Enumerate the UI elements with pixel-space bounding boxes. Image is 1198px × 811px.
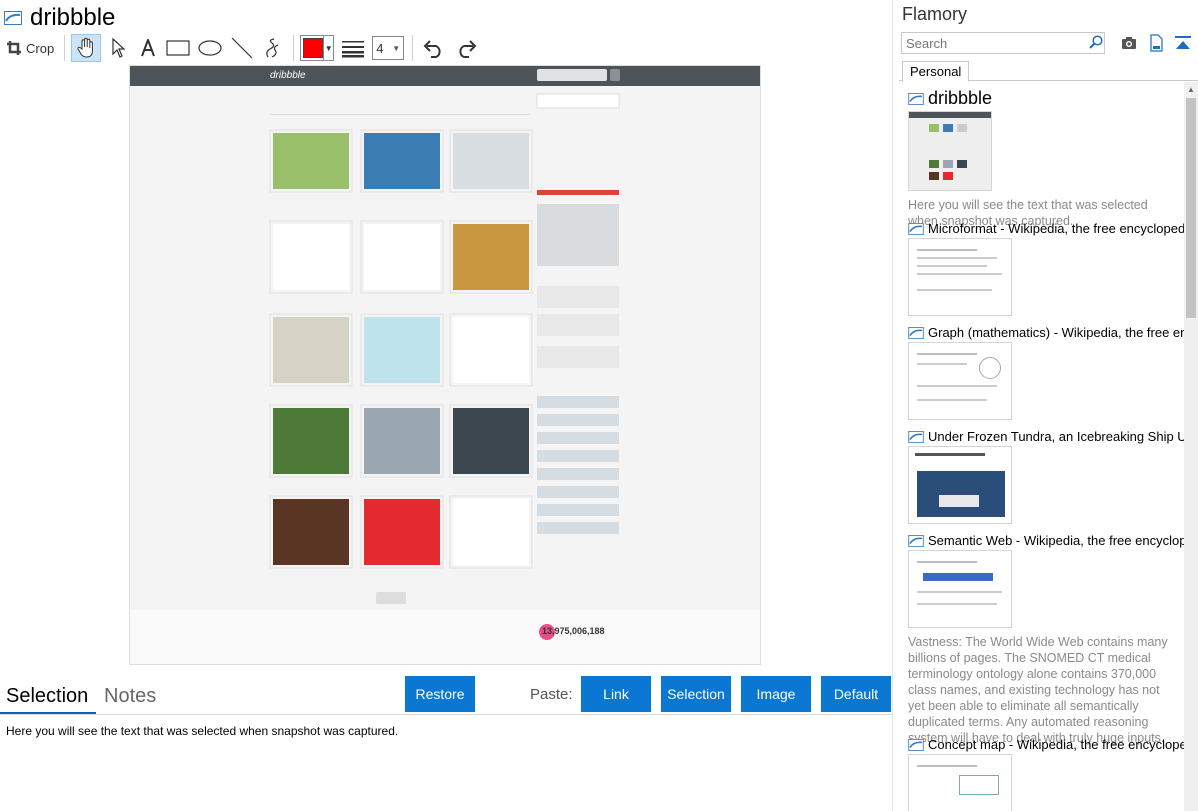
chevron-down-icon: ▼ bbox=[392, 43, 401, 53]
crop-button[interactable]: Crop bbox=[4, 34, 56, 62]
text-tool-button[interactable] bbox=[137, 34, 159, 62]
list-item-header: dribbble bbox=[908, 88, 1184, 109]
select-tool-button[interactable] bbox=[107, 34, 131, 62]
sidebar-tabs: Personal bbox=[899, 61, 1198, 82]
hand-icon bbox=[77, 37, 94, 58]
list-item[interactable]: Microformat - Wikipedia, the free encycl… bbox=[908, 221, 1184, 316]
list-item-thumbnail bbox=[908, 238, 1012, 316]
list-item-thumbnail bbox=[908, 550, 1012, 628]
list-item[interactable]: Concept map - Wikipedia, the free encycl… bbox=[908, 737, 1184, 811]
flamory-app-icon bbox=[908, 534, 924, 547]
selection-text[interactable]: Here you will see the text that was sele… bbox=[6, 724, 398, 738]
list-item-title: Concept map - Wikipedia, the free encycl… bbox=[928, 737, 1184, 752]
sidebar-app-title: Flamory bbox=[902, 4, 968, 24]
details-panel: Selection Notes Restore Paste: Link Sele… bbox=[0, 676, 893, 811]
tab-divider bbox=[0, 714, 893, 715]
rectangle-icon bbox=[166, 40, 190, 56]
snapshot-list: dribbble Here you will see the text that… bbox=[894, 82, 1184, 811]
snapshot-shot-count: 13,975,006,188 bbox=[542, 626, 605, 636]
list-item-thumbnail bbox=[908, 111, 992, 191]
tab-selection[interactable]: Selection bbox=[6, 684, 88, 708]
sidebar-scrollbar[interactable]: ▲ bbox=[1184, 82, 1198, 811]
toolbar-divider bbox=[293, 35, 295, 61]
list-item-header: Semantic Web - Wikipedia, the free encyc… bbox=[908, 533, 1184, 548]
toolbar-divider bbox=[64, 35, 66, 61]
list-item-header: Concept map - Wikipedia, the free encycl… bbox=[908, 737, 1184, 752]
redo-icon bbox=[459, 40, 477, 58]
undo-button[interactable] bbox=[419, 34, 447, 62]
list-item-title: Graph (mathematics) - Wikipedia, the fre… bbox=[928, 325, 1184, 340]
crop-label: Crop bbox=[26, 40, 55, 56]
flamory-app-icon bbox=[908, 430, 924, 443]
freehand-icon bbox=[266, 38, 279, 58]
toolbar-divider bbox=[412, 35, 414, 61]
search-icon[interactable] bbox=[1089, 35, 1103, 49]
hand-tool-button[interactable] bbox=[71, 34, 102, 62]
ellipse-icon bbox=[198, 40, 222, 56]
paste-image-button[interactable]: Image bbox=[741, 676, 811, 712]
line-tool-button[interactable] bbox=[229, 34, 255, 62]
chevron-down-icon: ▼ bbox=[323, 36, 333, 60]
text-icon bbox=[141, 39, 156, 57]
snapshot-image[interactable]: dribbble 13,975,006,188 bbox=[129, 65, 761, 665]
flamory-app-icon bbox=[908, 222, 924, 235]
flamory-app-icon bbox=[908, 92, 924, 105]
list-item[interactable]: Under Frozen Tundra, an Icebreaking Ship… bbox=[908, 429, 1184, 524]
list-item-header: Graph (mathematics) - Wikipedia, the fre… bbox=[908, 325, 1184, 340]
stroke-color-swatch bbox=[303, 38, 324, 58]
title-bar: dribbble bbox=[4, 4, 115, 32]
snapshot-pane: dribbble Crop ▼ 4 ▼ dribbble 13,975,006,… bbox=[0, 0, 893, 811]
arrow-pointer-icon bbox=[112, 38, 126, 58]
scroll-up-icon[interactable]: ▲ bbox=[1184, 82, 1198, 96]
list-item-note: Vastness: The World Wide Web contains ma… bbox=[908, 635, 1168, 745]
redo-button[interactable] bbox=[453, 34, 481, 62]
line-width-icon bbox=[342, 41, 365, 58]
crop-icon bbox=[7, 41, 21, 55]
paste-link-button[interactable]: Link bbox=[581, 676, 651, 712]
list-item[interactable]: dribbble Here you will see the text that… bbox=[908, 88, 1184, 229]
restore-button[interactable]: Restore bbox=[405, 676, 475, 712]
camera-icon[interactable] bbox=[1120, 34, 1138, 52]
snapshot-site-layout bbox=[130, 69, 760, 664]
paste-default-button[interactable]: Default bbox=[821, 676, 891, 712]
line-width-select[interactable]: 4 ▼ bbox=[372, 36, 405, 60]
freehand-tool-button[interactable] bbox=[261, 34, 285, 62]
list-item-thumbnail bbox=[908, 446, 1012, 524]
ellipse-tool-button[interactable] bbox=[197, 34, 223, 62]
tab-notes[interactable]: Notes bbox=[104, 684, 156, 708]
snapshot-title: dribbble bbox=[30, 4, 116, 31]
paste-selection-button[interactable]: Selection bbox=[661, 676, 731, 712]
document-icon[interactable] bbox=[1147, 34, 1165, 52]
line-width-value: 4 bbox=[376, 40, 384, 56]
paste-label: Paste: bbox=[530, 686, 573, 703]
list-item-title: Microformat - Wikipedia, the free encycl… bbox=[928, 221, 1184, 236]
search-input[interactable] bbox=[901, 32, 1105, 54]
list-item-header: Under Frozen Tundra, an Icebreaking Ship… bbox=[908, 429, 1184, 444]
list-item-thumbnail bbox=[908, 342, 1012, 420]
tab-personal[interactable]: Personal bbox=[902, 61, 970, 82]
flamory-window: dribbble Crop ▼ 4 ▼ dribbble 13,975,006,… bbox=[0, 0, 1198, 811]
list-item-thumbnail bbox=[908, 754, 1012, 811]
flamory-app-icon bbox=[4, 11, 22, 25]
library-sidebar: Flamory Personal d bbox=[894, 0, 1198, 811]
scrollbar-thumb[interactable] bbox=[1186, 98, 1196, 318]
list-item-title: dribbble bbox=[928, 88, 993, 108]
list-item-header: Microformat - Wikipedia, the free encycl… bbox=[908, 221, 1184, 236]
line-icon bbox=[231, 37, 253, 59]
flamory-app-icon bbox=[908, 326, 924, 339]
flamory-app-icon bbox=[908, 738, 924, 751]
collapse-top-icon[interactable] bbox=[1174, 34, 1192, 52]
stroke-color-picker[interactable]: ▼ bbox=[300, 35, 335, 61]
list-item-title: Semantic Web - Wikipedia, the free encyc… bbox=[928, 533, 1184, 548]
list-item[interactable]: Graph (mathematics) - Wikipedia, the fre… bbox=[908, 325, 1184, 420]
line-width-icon-button[interactable] bbox=[340, 34, 366, 62]
undo-icon bbox=[423, 40, 441, 58]
list-item-title: Under Frozen Tundra, an Icebreaking Ship… bbox=[928, 429, 1184, 444]
drawing-toolbar: Crop ▼ 4 ▼ bbox=[4, 33, 487, 63]
list-item[interactable]: Semantic Web - Wikipedia, the free encyc… bbox=[908, 533, 1184, 746]
rectangle-tool-button[interactable] bbox=[165, 34, 191, 62]
